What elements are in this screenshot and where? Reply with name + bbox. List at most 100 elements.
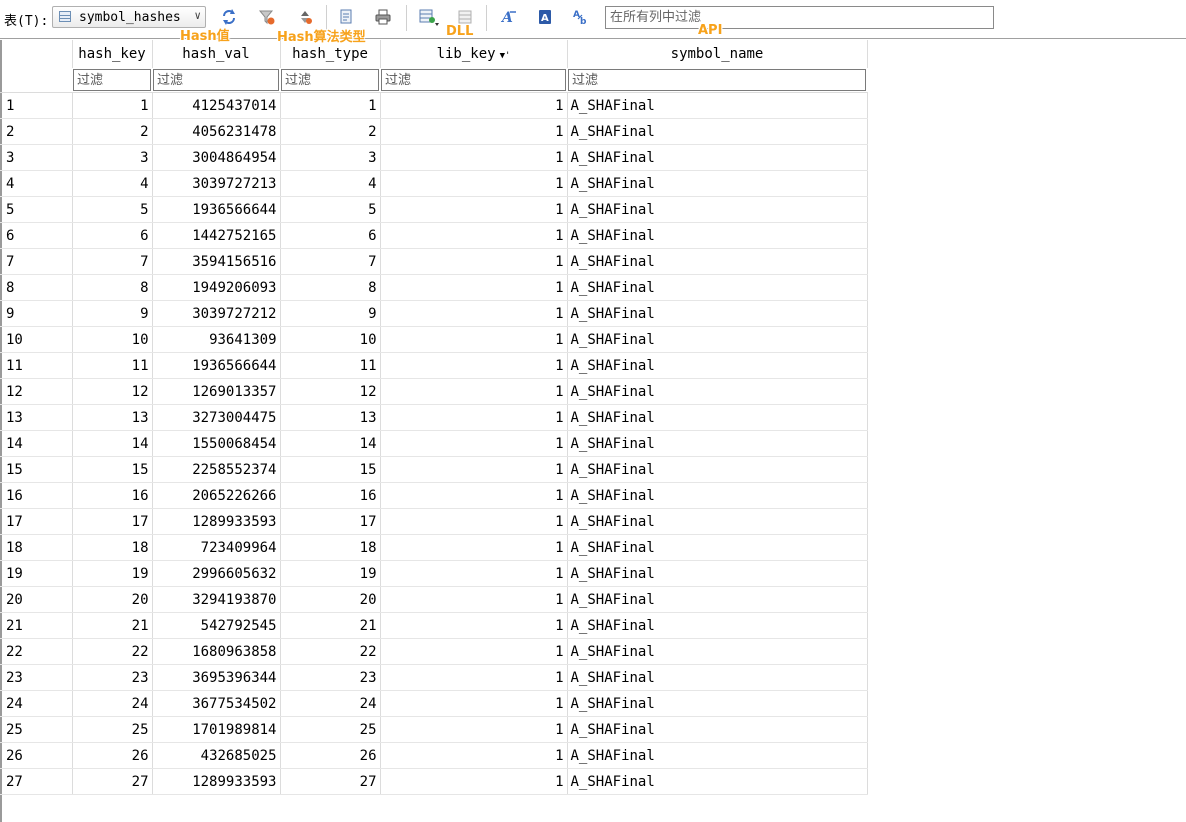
cell-lib-key[interactable]: 1: [380, 118, 568, 145]
table-row[interactable]: 25 25 1701989814 25 1 A_SHAFinal: [0, 716, 868, 743]
cell-hash-val[interactable]: 3039727213: [152, 170, 281, 197]
cell-lib-key[interactable]: 1: [380, 196, 568, 223]
cell-hash-type[interactable]: 7: [280, 248, 381, 275]
cell-lib-key[interactable]: 1: [380, 430, 568, 457]
cell-hash-key[interactable]: 10: [72, 326, 153, 353]
table-row[interactable]: 27 27 1289933593 27 1 A_SHAFinal: [0, 768, 868, 795]
cell-lib-key[interactable]: 1: [380, 300, 568, 327]
row-number[interactable]: 1: [0, 92, 73, 119]
cell-hash-key[interactable]: 22: [72, 638, 153, 665]
cell-symbol-name[interactable]: A_SHAFinal: [567, 768, 868, 795]
cell-hash-key[interactable]: 20: [72, 586, 153, 613]
cell-hash-key[interactable]: 23: [72, 664, 153, 691]
row-number[interactable]: 24: [0, 690, 73, 717]
cell-hash-val[interactable]: 542792545: [152, 612, 281, 639]
cell-hash-key[interactable]: 9: [72, 300, 153, 327]
table-row[interactable]: 11 11 1936566644 11 1 A_SHAFinal: [0, 352, 868, 379]
cell-symbol-name[interactable]: A_SHAFinal: [567, 274, 868, 301]
cell-symbol-name[interactable]: A_SHAFinal: [567, 378, 868, 405]
row-number[interactable]: 25: [0, 716, 73, 743]
font-button[interactable]: A: [498, 6, 520, 28]
cell-lib-key[interactable]: 1: [380, 508, 568, 535]
cell-hash-type[interactable]: 8: [280, 274, 381, 301]
table-row[interactable]: 1 1 4125437014 1 1 A_SHAFinal: [0, 92, 868, 119]
row-number[interactable]: 27: [0, 768, 73, 795]
cell-hash-type[interactable]: 4: [280, 170, 381, 197]
cell-hash-val[interactable]: 432685025: [152, 742, 281, 769]
cell-symbol-name[interactable]: A_SHAFinal: [567, 612, 868, 639]
cell-lib-key[interactable]: 1: [380, 768, 568, 795]
cell-lib-key[interactable]: 1: [380, 586, 568, 613]
cell-hash-key[interactable]: 1: [72, 92, 153, 119]
cell-lib-key[interactable]: 1: [380, 222, 568, 249]
table-row[interactable]: 20 20 3294193870 20 1 A_SHAFinal: [0, 586, 868, 613]
cell-lib-key[interactable]: 1: [380, 534, 568, 561]
cell-hash-type[interactable]: 15: [280, 456, 381, 483]
cell-hash-key[interactable]: 19: [72, 560, 153, 587]
cell-hash-type[interactable]: 25: [280, 716, 381, 743]
cell-hash-type[interactable]: 6: [280, 222, 381, 249]
cell-lib-key[interactable]: 1: [380, 92, 568, 119]
row-number[interactable]: 15: [0, 456, 73, 483]
cell-lib-key[interactable]: 1: [380, 248, 568, 275]
cell-hash-type[interactable]: 23: [280, 664, 381, 691]
filter-input-lib-key[interactable]: [381, 69, 566, 91]
cell-hash-key[interactable]: 13: [72, 404, 153, 431]
cell-symbol-name[interactable]: A_SHAFinal: [567, 248, 868, 275]
cell-hash-val[interactable]: 2258552374: [152, 456, 281, 483]
text-transform-button[interactable]: A b: [570, 6, 592, 28]
cell-hash-type[interactable]: 20: [280, 586, 381, 613]
cell-hash-key[interactable]: 12: [72, 378, 153, 405]
table-row[interactable]: 12 12 1269013357 12 1 A_SHAFinal: [0, 378, 868, 405]
cell-hash-val[interactable]: 1936566644: [152, 352, 281, 379]
cell-hash-type[interactable]: 13: [280, 404, 381, 431]
cell-lib-key[interactable]: 1: [380, 664, 568, 691]
cell-hash-key[interactable]: 2: [72, 118, 153, 145]
cell-lib-key[interactable]: 1: [380, 612, 568, 639]
cell-hash-type[interactable]: 14: [280, 430, 381, 457]
filter-input-hash-val[interactable]: [153, 69, 279, 91]
row-number[interactable]: 26: [0, 742, 73, 769]
row-number[interactable]: 4: [0, 170, 73, 197]
row-number[interactable]: 17: [0, 508, 73, 535]
cell-hash-val[interactable]: 1269013357: [152, 378, 281, 405]
cell-hash-val[interactable]: 3594156516: [152, 248, 281, 275]
cell-lib-key[interactable]: 1: [380, 638, 568, 665]
cell-hash-type[interactable]: 2: [280, 118, 381, 145]
cell-symbol-name[interactable]: A_SHAFinal: [567, 170, 868, 197]
cell-hash-val[interactable]: 4056231478: [152, 118, 281, 145]
cell-symbol-name[interactable]: A_SHAFinal: [567, 508, 868, 535]
cell-hash-type[interactable]: 10: [280, 326, 381, 353]
cell-symbol-name[interactable]: A_SHAFinal: [567, 638, 868, 665]
cell-lib-key[interactable]: 1: [380, 456, 568, 483]
cell-lib-key[interactable]: 1: [380, 482, 568, 509]
cell-hash-val[interactable]: 1680963858: [152, 638, 281, 665]
row-number[interactable]: 5: [0, 196, 73, 223]
cell-symbol-name[interactable]: A_SHAFinal: [567, 352, 868, 379]
search-field[interactable]: [605, 6, 994, 29]
cell-hash-key[interactable]: 5: [72, 196, 153, 223]
row-number[interactable]: 21: [0, 612, 73, 639]
table-row[interactable]: 15 15 2258552374 15 1 A_SHAFinal: [0, 456, 868, 483]
table-row[interactable]: 6 6 1442752165 6 1 A_SHAFinal: [0, 222, 868, 249]
cell-symbol-name[interactable]: A_SHAFinal: [567, 586, 868, 613]
cell-hash-key[interactable]: 3: [72, 144, 153, 171]
cell-symbol-name[interactable]: A_SHAFinal: [567, 560, 868, 587]
encoding-button[interactable]: A: [534, 6, 556, 28]
cell-symbol-name[interactable]: A_SHAFinal: [567, 430, 868, 457]
table-row[interactable]: 26 26 432685025 26 1 A_SHAFinal: [0, 742, 868, 769]
cell-hash-type[interactable]: 24: [280, 690, 381, 717]
cell-lib-key[interactable]: 1: [380, 404, 568, 431]
table-row[interactable]: 22 22 1680963858 22 1 A_SHAFinal: [0, 638, 868, 665]
cell-hash-key[interactable]: 7: [72, 248, 153, 275]
row-number[interactable]: 18: [0, 534, 73, 561]
cell-hash-key[interactable]: 6: [72, 222, 153, 249]
cell-hash-val[interactable]: 1550068454: [152, 430, 281, 457]
cell-hash-key[interactable]: 21: [72, 612, 153, 639]
row-number[interactable]: 10: [0, 326, 73, 353]
table-row[interactable]: 3 3 3004864954 3 1 A_SHAFinal: [0, 144, 868, 171]
cell-hash-key[interactable]: 16: [72, 482, 153, 509]
cell-hash-val[interactable]: 2065226266: [152, 482, 281, 509]
cell-hash-type[interactable]: 21: [280, 612, 381, 639]
row-number[interactable]: 11: [0, 352, 73, 379]
